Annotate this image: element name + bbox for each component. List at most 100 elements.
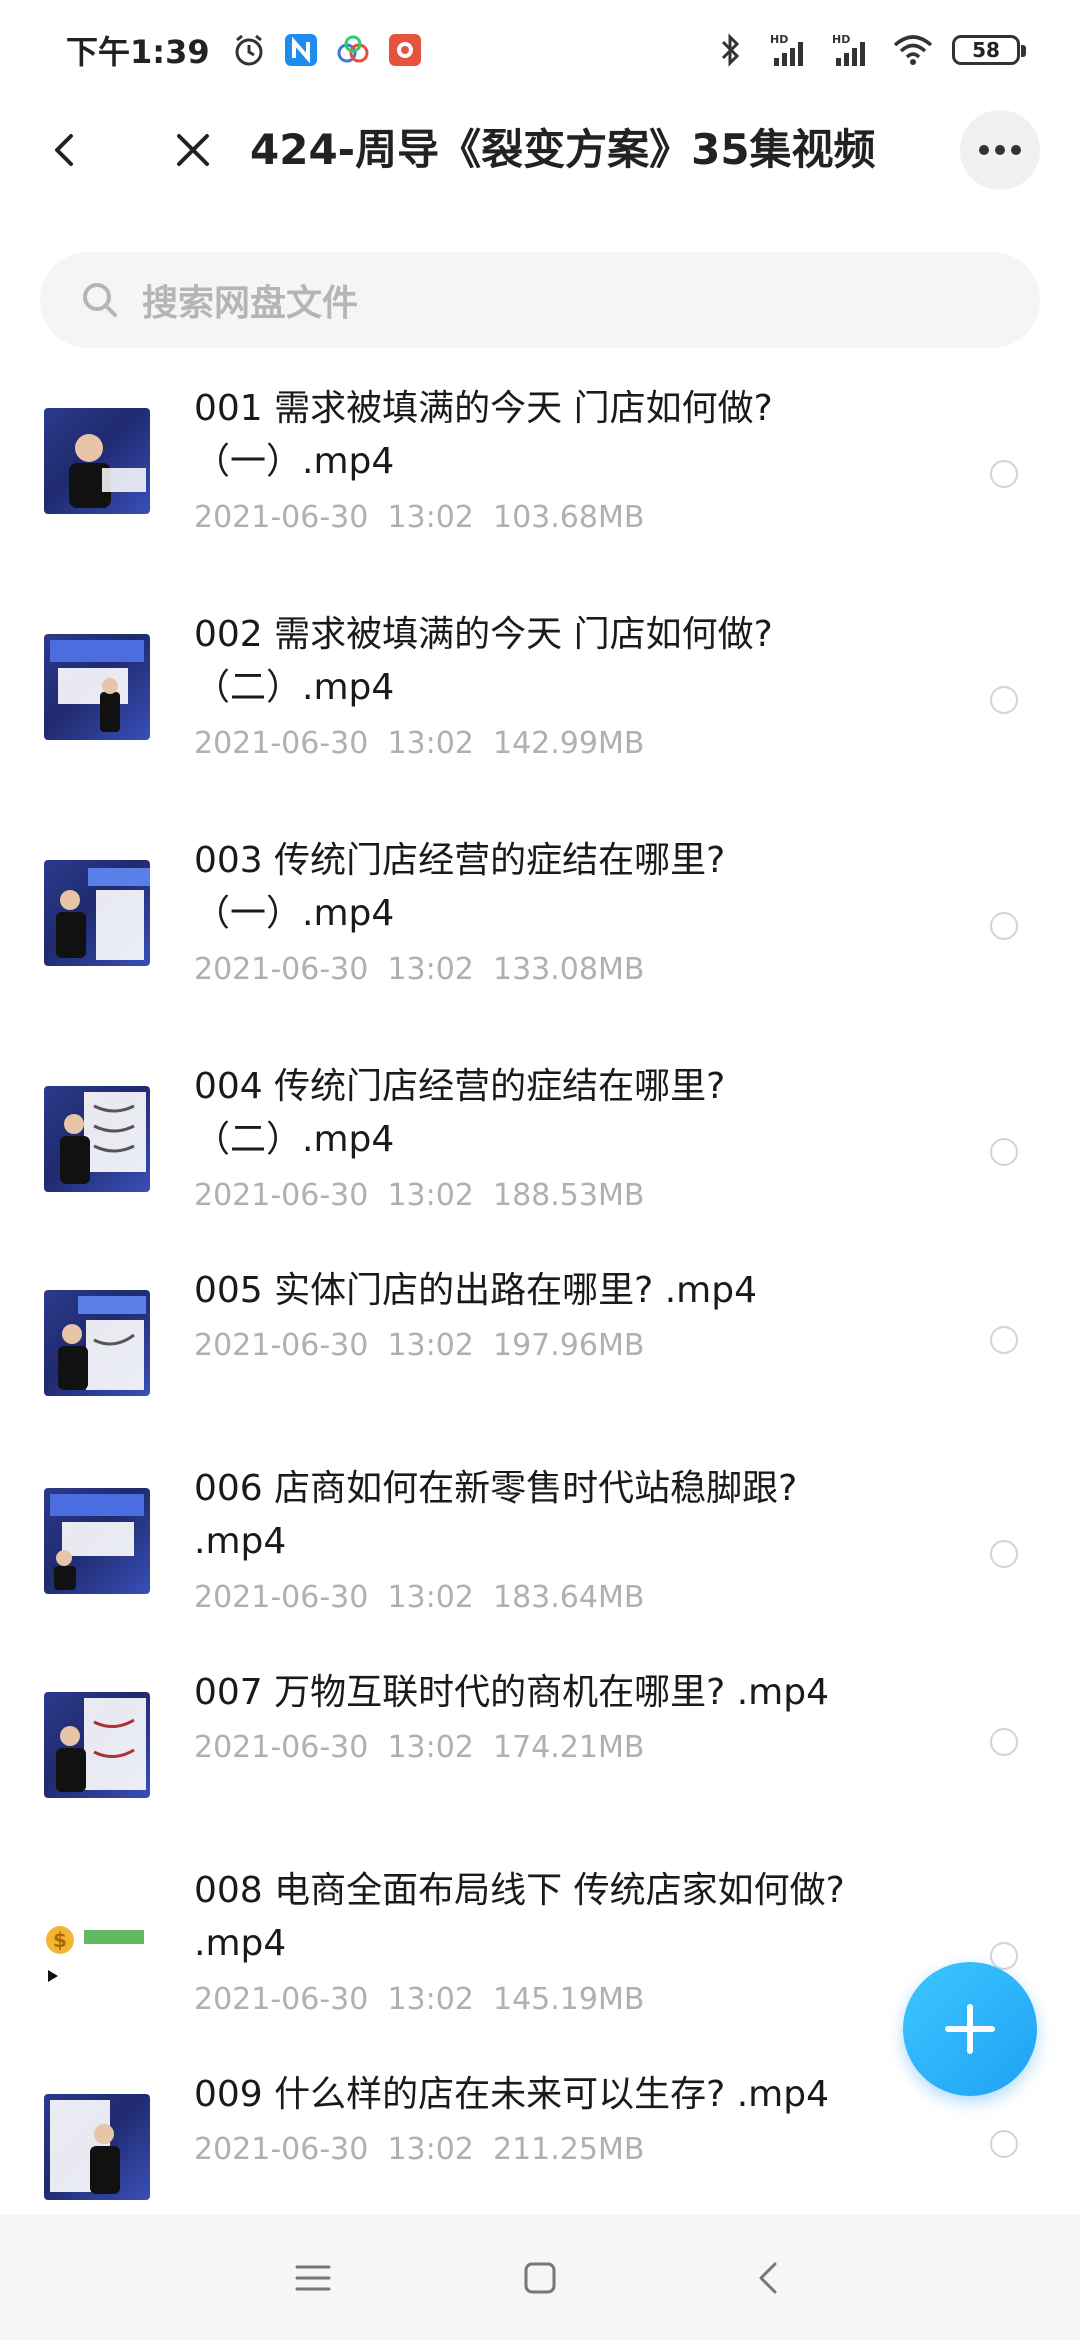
file-time: 13:02 [387, 1328, 474, 1363]
file-row[interactable]: 004 传统门店经营的症结在哪里?（二）.mp4 2021-06-30 13:0… [0, 1038, 1080, 1264]
file-row[interactable]: 007 万物互联时代的商机在哪里? .mp4 2021-06-30 13:02 … [0, 1666, 1080, 1842]
svg-text:$: $ [53, 1928, 67, 1952]
video-thumbnail [44, 860, 150, 966]
select-radio[interactable] [990, 1326, 1018, 1354]
video-thumbnail [44, 1086, 150, 1192]
file-meta: 2021-06-30 13:02 174.21MB [194, 1730, 644, 1765]
file-size: 142.99MB [492, 726, 645, 761]
select-radio[interactable] [990, 460, 1018, 488]
file-row[interactable]: 002 需求被填满的今天 门店如何做?（二）.mp4 2021-06-30 13… [0, 586, 1080, 812]
file-row[interactable]: 005 实体门店的出路在哪里? .mp4 2021-06-30 13:02 19… [0, 1264, 1080, 1440]
file-meta: 2021-06-30 13:02 103.68MB [194, 500, 644, 535]
file-date: 2021-06-30 [194, 1328, 369, 1363]
add-button[interactable] [903, 1962, 1037, 2096]
file-time: 13:02 [387, 1982, 474, 2017]
back-chevron-icon [759, 2262, 777, 2293]
app-header: 424-周导《裂变方案》35集视频 [0, 100, 1080, 200]
video-thumbnail [44, 1488, 150, 1594]
file-meta: 2021-06-30 13:02 211.25MB [194, 2132, 644, 2167]
file-row[interactable]: 001 需求被填满的今天 门店如何做?（一）.mp4 2021-06-30 13… [0, 360, 1080, 586]
status-bar: 下午1:39 HD HD 58 [0, 0, 1080, 100]
file-size: 145.19MB [492, 1982, 645, 2017]
select-radio[interactable] [990, 912, 1018, 940]
page-title: 424-周导《裂变方案》35集视频 [250, 125, 876, 174]
alarm-icon [230, 31, 268, 69]
file-date: 2021-06-30 [194, 1178, 369, 1213]
more-dots-icon [979, 145, 1021, 155]
menu-icon [295, 2265, 331, 2290]
cloud-app-icon [334, 31, 372, 69]
file-thumbnail: $ [44, 1890, 150, 1996]
file-row[interactable]: 003 传统门店经营的症结在哪里?（一）.mp4 2021-06-30 13:0… [0, 812, 1080, 1038]
status-time: 下午1:39 [66, 33, 210, 71]
file-size: 211.25MB [492, 2132, 645, 2167]
file-row[interactable]: 006 店商如何在新零售时代站稳脚跟? .mp4 2021-06-30 13:0… [0, 1440, 1080, 1666]
file-time: 13:02 [387, 1730, 474, 1765]
video-thumbnail [44, 2094, 150, 2200]
hd-label-1: HD [770, 33, 788, 46]
file-row[interactable]: 009 什么样的店在未来可以生存? .mp4 2021-06-30 13:02 … [0, 2068, 1080, 2215]
file-name: 008 电商全面布局线下 传统店家如何做? .mp4 [194, 1870, 845, 1964]
file-time: 13:02 [387, 1580, 474, 1615]
file-name: 004 传统门店经营的症结在哪里?（二）.mp4 [194, 1066, 726, 1160]
file-size: 183.64MB [492, 1580, 645, 1615]
video-thumbnail [44, 1692, 150, 1798]
file-date: 2021-06-30 [194, 1580, 369, 1615]
file-time: 13:02 [387, 2132, 474, 2167]
file-time: 13:02 [387, 726, 474, 761]
close-icon [177, 134, 209, 166]
more-options-button[interactable] [960, 110, 1040, 190]
file-size: 197.96MB [492, 1328, 645, 1363]
select-radio[interactable] [990, 2130, 1018, 2158]
signal-hd-1-icon: HD [768, 31, 812, 69]
file-size: 103.68MB [492, 500, 645, 535]
select-radio[interactable] [990, 1728, 1018, 1756]
file-meta: 2021-06-30 13:02 183.64MB [194, 1580, 644, 1615]
file-time: 13:02 [387, 500, 474, 535]
battery-level: 58 [972, 38, 1000, 62]
select-radio[interactable] [990, 1540, 1018, 1568]
status-right: HD HD 58 [712, 31, 1026, 69]
bluetooth-icon [712, 31, 750, 69]
home-nav-button[interactable] [510, 2248, 570, 2308]
video-thumbnail [44, 1290, 150, 1396]
wifi-icon [892, 31, 934, 69]
search-bar[interactable]: 搜索网盘文件 [40, 252, 1040, 348]
file-list: 001 需求被填满的今天 门店如何做?（一）.mp4 2021-06-30 13… [0, 360, 1080, 2215]
file-name: 003 传统门店经营的症结在哪里?（一）.mp4 [194, 840, 726, 934]
signal-hd-2-icon: HD [830, 31, 874, 69]
file-size: 174.21MB [492, 1730, 645, 1765]
battery-indicator: 58 [952, 35, 1026, 65]
file-time: 13:02 [387, 952, 474, 987]
file-meta: 2021-06-30 13:02 197.96MB [194, 1328, 644, 1363]
search-input[interactable]: 搜索网盘文件 [142, 274, 358, 326]
back-nav-button[interactable] [737, 2248, 797, 2308]
select-radio[interactable] [990, 686, 1018, 714]
file-date: 2021-06-30 [194, 1730, 369, 1765]
file-name: 006 店商如何在新零售时代站稳脚跟? .mp4 [194, 1468, 798, 1562]
menu-nav-button[interactable] [283, 2248, 343, 2308]
file-size: 188.53MB [492, 1178, 645, 1213]
plus-icon [945, 2004, 995, 2054]
status-left: 下午1:39 [66, 27, 424, 73]
file-meta: 2021-06-30 13:02 145.19MB [194, 1982, 644, 2017]
red-app-icon [386, 31, 424, 69]
system-nav-bar [0, 2215, 1080, 2340]
file-meta: 2021-06-30 13:02 188.53MB [194, 1178, 644, 1213]
file-date: 2021-06-30 [194, 2132, 369, 2167]
file-meta: 2021-06-30 13:02 133.08MB [194, 952, 644, 987]
file-size: 133.08MB [492, 952, 645, 987]
close-button[interactable] [158, 115, 228, 185]
file-name: 001 需求被填满的今天 门店如何做?（一）.mp4 [194, 388, 773, 482]
back-button[interactable] [30, 115, 100, 185]
file-meta: 2021-06-30 13:02 142.99MB [194, 726, 644, 761]
file-date: 2021-06-30 [194, 952, 369, 987]
file-date: 2021-06-30 [194, 1982, 369, 2017]
file-time: 13:02 [387, 1178, 474, 1213]
back-arrow-icon [55, 134, 73, 166]
file-name: 005 实体门店的出路在哪里? .mp4 [194, 1270, 757, 1311]
file-date: 2021-06-30 [194, 500, 369, 535]
select-radio[interactable] [990, 1138, 1018, 1166]
hd-label-2: HD [832, 33, 850, 46]
video-thumbnail [44, 634, 150, 740]
